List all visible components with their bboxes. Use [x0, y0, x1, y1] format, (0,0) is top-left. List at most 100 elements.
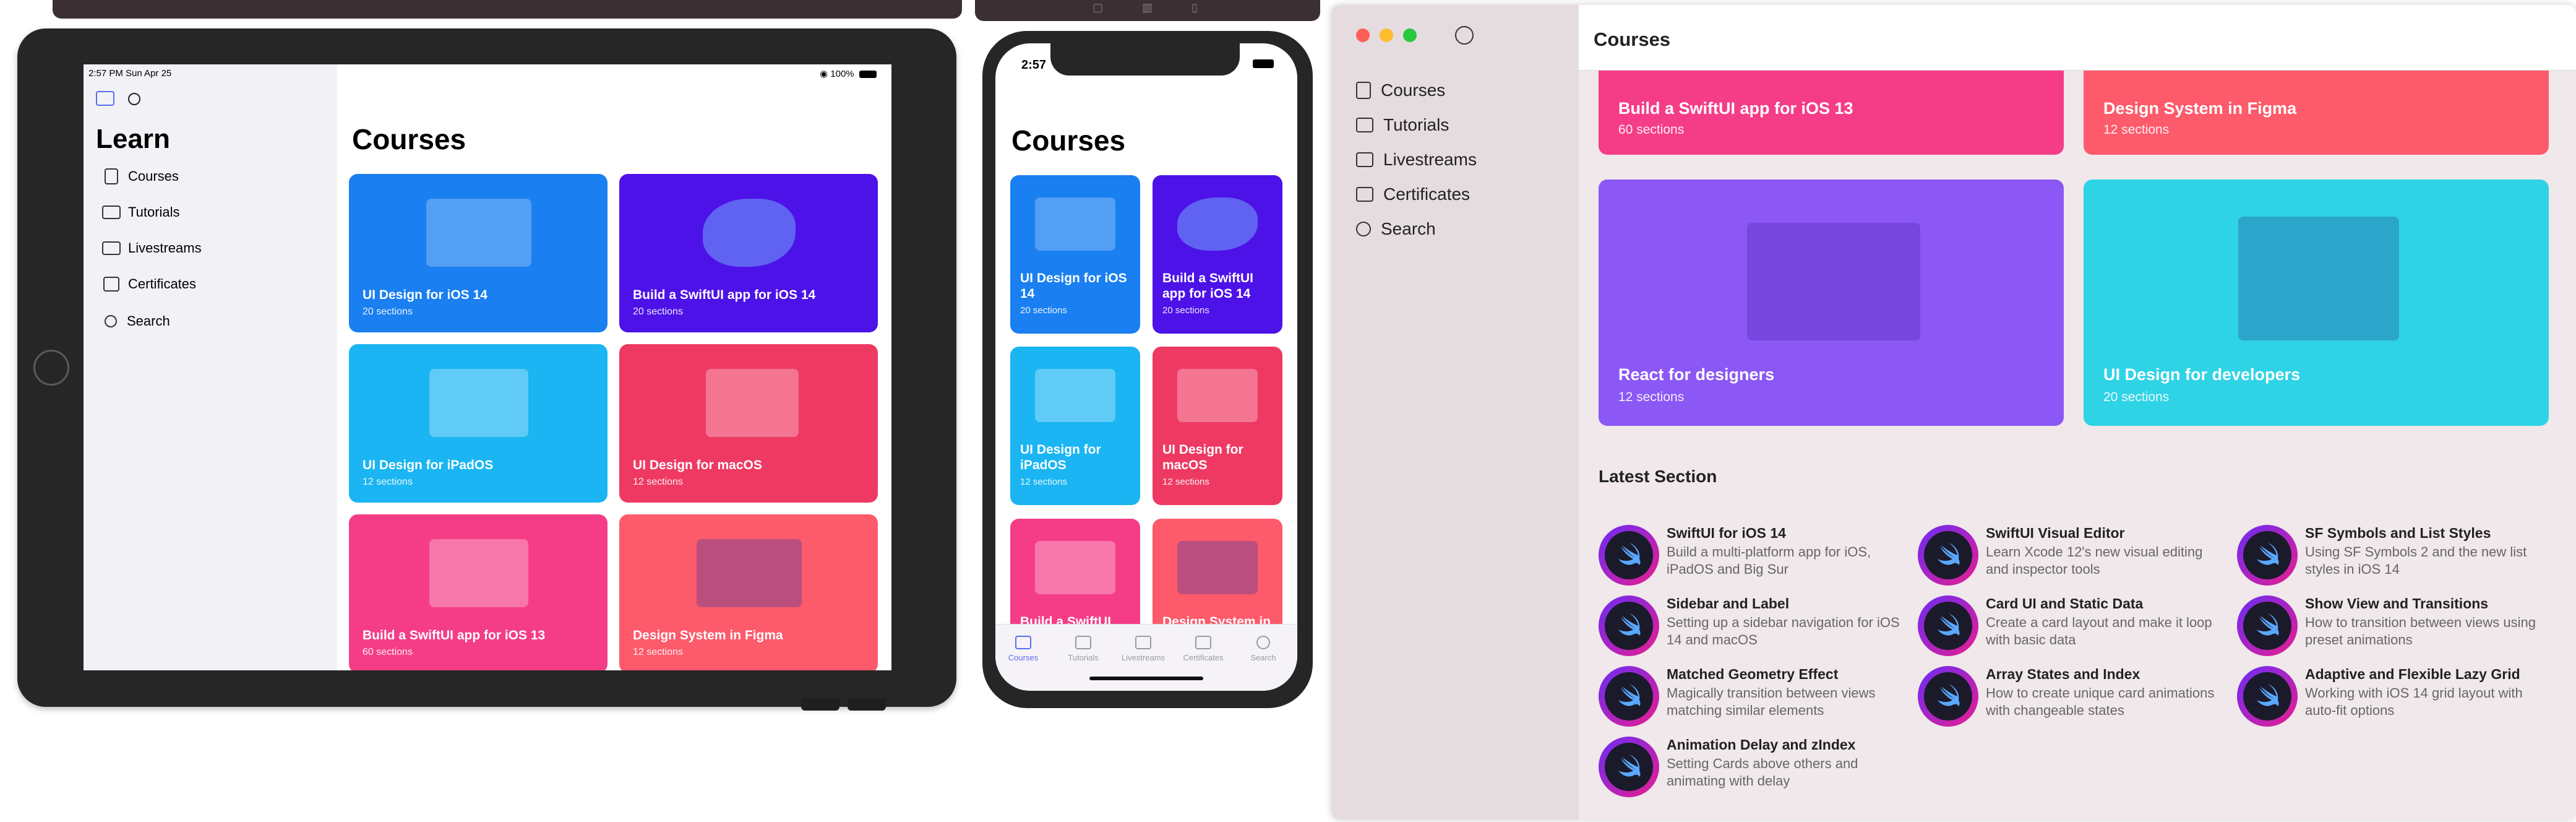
sidebar-item-certificates[interactable]: Certificates [1356, 184, 1470, 204]
ipad-button [801, 698, 839, 711]
latest-section-title: Latest Section [1599, 467, 1717, 486]
minimize-button[interactable] [1380, 28, 1393, 42]
close-button[interactable] [1356, 28, 1370, 42]
swift-icon [1599, 666, 1659, 727]
card-title: UI Design for developers [2103, 365, 2301, 384]
section-item[interactable]: SwiftUI Visual Editor Learn Xcode 12's ne… [1918, 525, 2221, 593]
account-icon[interactable] [1455, 26, 1474, 45]
card-subtitle: 60 sections [363, 647, 413, 657]
book-icon [105, 168, 118, 184]
card-illustration [426, 199, 531, 267]
tab-livestreams[interactable]: Livestreams [1115, 636, 1171, 662]
course-card[interactable]: UI Design for iPadOS 12 sections [1010, 347, 1140, 505]
swift-bird-icon [1938, 684, 1960, 706]
swift-bird-icon [2257, 613, 2279, 636]
sidebar-item-courses[interactable]: Courses [105, 168, 179, 184]
section-item[interactable]: Adaptive and Flexible Lazy Grid Working w… [2237, 666, 2540, 734]
card-title: Build a SwiftUI app for iOS 13 [363, 628, 546, 642]
search-icon [105, 315, 117, 327]
swift-bird-icon [2257, 543, 2279, 565]
card-illustration [1035, 541, 1115, 594]
tv-icon [1356, 152, 1373, 167]
ipad-sidebar: 2:57 PM Sun Apr 25 Learn Courses Tutoria… [84, 64, 337, 670]
card-title: UI Design for macOS [1162, 443, 1243, 472]
page-title: Courses [352, 123, 466, 155]
swift-bird-icon [1938, 613, 1960, 636]
zoom-button[interactable] [1403, 28, 1417, 42]
card-subtitle: 12 sections [1020, 477, 1067, 487]
status-time: 2:57 PM Sun Apr 25 [88, 68, 172, 79]
card-illustration [429, 539, 528, 607]
section-item[interactable]: Show View and Transitions How to transiti… [2237, 595, 2540, 664]
mac-sidebar: Courses Tutorials Livestreams Certificat… [1331, 5, 1579, 820]
tab-tutorials[interactable]: Tutorials [1055, 636, 1111, 662]
top-device-edge [53, 0, 962, 19]
card-title: Design System in Figma [2103, 99, 2297, 118]
swift-bird-icon [2257, 684, 2279, 706]
card-subtitle: 12 sections [633, 477, 683, 487]
course-card[interactable]: UI Design for iOS 14 20 sections [1010, 175, 1140, 334]
course-card[interactable]: Build a SwiftUI app for iOS 13 60 sectio… [1599, 71, 2064, 155]
course-card[interactable]: Build a SwiftUI app for iOS 14 20 sectio… [619, 174, 878, 332]
certificate-icon [1356, 187, 1373, 202]
account-icon[interactable] [128, 93, 140, 105]
course-card[interactable]: React for designers 12 sections [1599, 180, 2064, 426]
section-item[interactable]: Array States and Index How to create uniq… [1918, 666, 2221, 734]
ipad-home-button[interactable] [33, 350, 69, 386]
sidebar-item-tutorials[interactable]: Tutorials [102, 204, 180, 220]
course-card[interactable]: Design System in Figma 12 sections [619, 514, 878, 670]
battery-icon [1253, 59, 1274, 68]
card-subtitle: 20 sections [2103, 390, 2170, 404]
section-item[interactable]: Matched Geometry Effect Magically transit… [1599, 666, 1902, 734]
section-item[interactable]: Sidebar and Label Setting up a sidebar na… [1599, 595, 1902, 664]
swift-icon [2237, 666, 2298, 727]
card-title: UI Design for iOS 14 [363, 288, 487, 302]
course-card[interactable]: Design System in Figma 12 sections [2084, 71, 2549, 155]
tab-courses[interactable]: Courses [995, 636, 1051, 662]
course-card[interactable]: Build a SwiftUI app for iOS 14 20 sectio… [1153, 175, 1282, 334]
swift-icon [1918, 525, 1978, 586]
sidebar-item-certificates[interactable]: Certificates [103, 276, 196, 292]
status-time: 2:57 [1021, 58, 1047, 72]
sidebar-toggle-icon[interactable] [96, 91, 114, 106]
card-illustration [2238, 217, 2399, 340]
course-card[interactable]: Build a SwiftUI app for iOS 13 60 sectio… [349, 514, 608, 670]
battery-icon [859, 71, 877, 79]
page-title: Courses [1011, 124, 1126, 157]
swift-icon [1599, 525, 1659, 586]
mac-header: Courses [1579, 5, 2576, 71]
card-illustration [1035, 197, 1115, 251]
swift-bird-icon [1618, 684, 1641, 706]
section-item[interactable]: SF Symbols and List Styles Using SF Symbo… [2237, 525, 2540, 593]
card-subtitle: 20 sections [1162, 305, 1209, 316]
course-card[interactable]: UI Design for macOS 12 sections [619, 344, 878, 503]
card-illustration [703, 199, 796, 267]
sidebar-item-tutorials[interactable]: Tutorials [1356, 115, 1449, 135]
card-subtitle: 20 sections [1020, 305, 1067, 316]
tab-bar: Courses Tutorials Livestreams Certificat… [995, 624, 1297, 691]
section-item[interactable]: SwiftUI for iOS 14 Build a multi-platform… [1599, 525, 1902, 593]
sidebar-item-search[interactable]: Search [105, 313, 170, 329]
section-item[interactable]: Animation Delay and zIndex Setting Cards … [1599, 737, 1902, 805]
tab-certificates[interactable]: Certificates [1175, 636, 1231, 662]
section-item[interactable]: Card UI and Static Data Create a card lay… [1918, 595, 2221, 664]
tab-search[interactable]: Search [1235, 636, 1291, 662]
device-icon: ▥ [1142, 1, 1153, 14]
card-subtitle: 60 sections [1618, 123, 1685, 137]
swift-bird-icon [1618, 613, 1641, 636]
sidebar-item-livestreams[interactable]: Livestreams [102, 240, 202, 256]
course-card[interactable]: UI Design for iOS 14 20 sections [349, 174, 608, 332]
card-title: Build a SwiftUI app for iOS 14 [633, 288, 816, 302]
sidebar-item-livestreams[interactable]: Livestreams [1356, 150, 1477, 170]
card-illustration [1747, 223, 1920, 340]
course-card[interactable]: UI Design for developers 20 sections [2084, 180, 2549, 426]
swift-icon [1599, 737, 1659, 797]
sidebar-item-courses[interactable]: Courses [1356, 80, 1445, 100]
sidebar-item-search[interactable]: Search [1356, 219, 1436, 239]
course-card[interactable]: UI Design for iPadOS 12 sections [349, 344, 608, 503]
swift-icon [2237, 595, 2298, 656]
card-title: React for designers [1618, 365, 1775, 384]
course-card[interactable]: UI Design for macOS 12 sections [1153, 347, 1282, 505]
iphone-screen: 2:57 Courses UI Design for iOS 14 20 sec… [995, 43, 1297, 691]
window-title: Courses [1594, 28, 1671, 50]
